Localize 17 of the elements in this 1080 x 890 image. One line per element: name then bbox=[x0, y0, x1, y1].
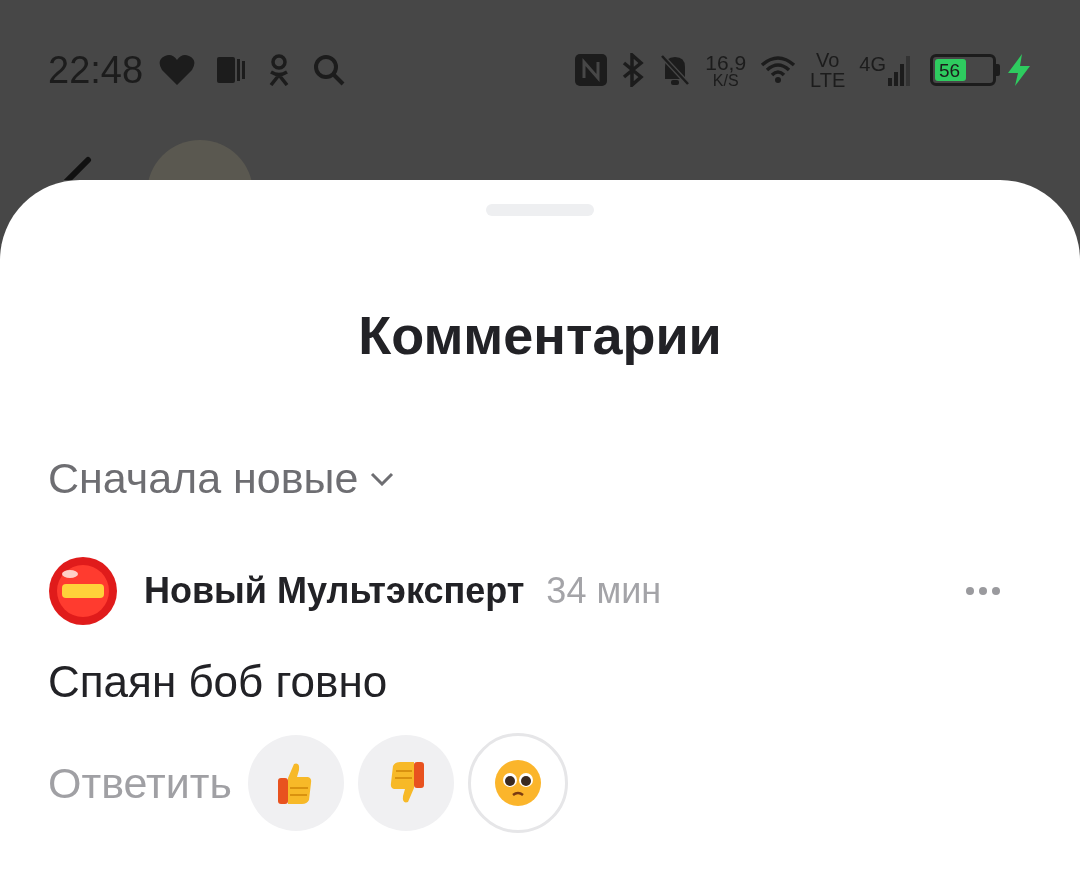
app-icon bbox=[217, 55, 246, 85]
sort-dropdown[interactable]: Сначала новые bbox=[48, 457, 395, 500]
comment-time: 34 мин bbox=[546, 569, 662, 613]
reply-link[interactable]: Ответить bbox=[48, 750, 232, 816]
battery-reading: 56 bbox=[939, 58, 961, 83]
signal-icon bbox=[888, 54, 910, 86]
search-icon bbox=[313, 54, 346, 86]
avatar-icon bbox=[48, 556, 118, 626]
comment-text: Спаян боб говно bbox=[48, 656, 389, 708]
heart-icon bbox=[159, 54, 196, 86]
muted-bell-icon bbox=[659, 53, 692, 87]
nfc-icon bbox=[575, 54, 608, 86]
chevron-down-icon bbox=[370, 471, 395, 486]
wifi-icon bbox=[760, 55, 797, 85]
bluetooth-icon bbox=[621, 53, 646, 87]
comment-author[interactable]: Новый Мультэксперт bbox=[144, 564, 525, 618]
pleading-face-icon bbox=[492, 758, 543, 808]
